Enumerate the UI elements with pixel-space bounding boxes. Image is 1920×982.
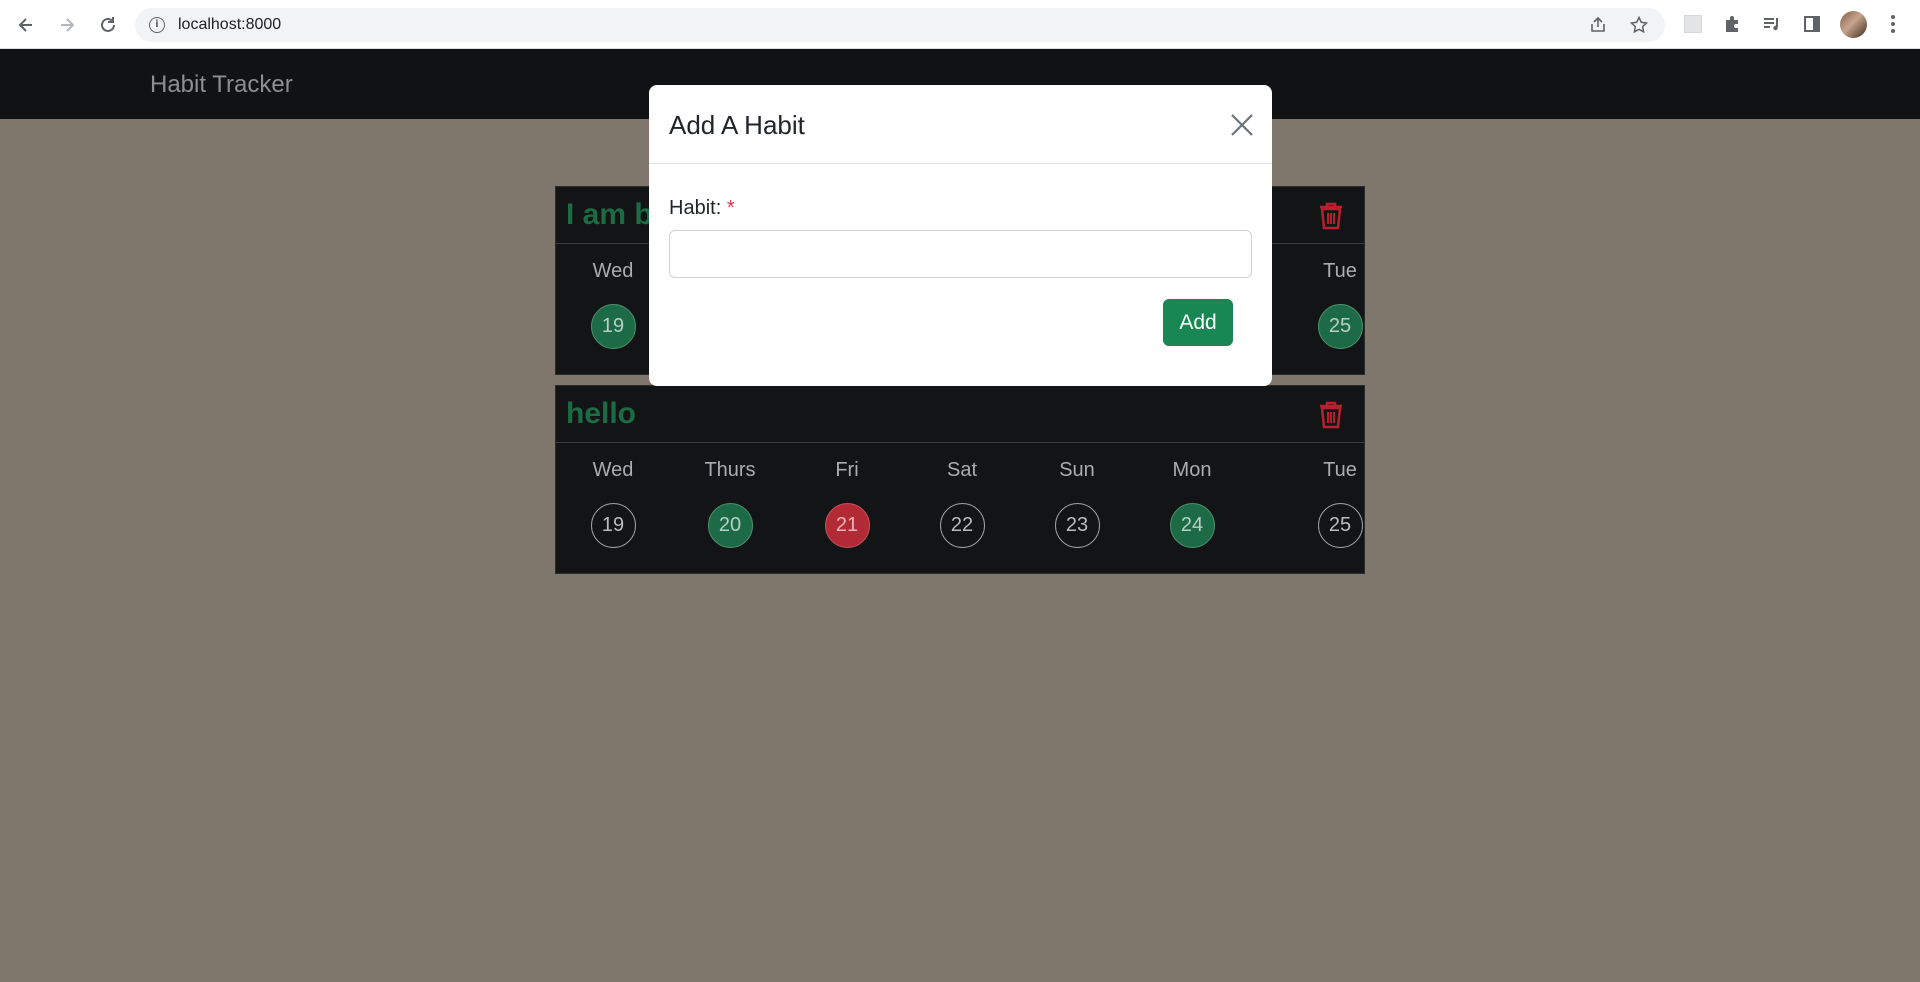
habit-card: hello Wed 19 Thurs 20 Fri 21 Sat 22 Sun … (555, 385, 1365, 574)
habit-days-row: Wed 19 Thurs 20 Fri 21 Sat 22 Sun 23 Mon… (556, 443, 1364, 573)
trash-icon[interactable] (1318, 401, 1344, 429)
day-column: Sat 22 (922, 443, 1002, 548)
address-bar[interactable]: i localhost:8000 (135, 8, 1665, 42)
kebab-menu-icon[interactable] (1882, 13, 1904, 35)
habit-title: hello (566, 397, 637, 430)
media-queue-icon[interactable] (1761, 13, 1783, 35)
day-column: Fri 21 (807, 443, 887, 548)
day-status-toggle[interactable]: 21 (824, 503, 870, 548)
modal-title: Add A Habit (669, 110, 805, 140)
share-icon[interactable] (1588, 15, 1608, 35)
day-status-toggle[interactable]: 22 (939, 503, 985, 548)
day-column: Wed 19 (573, 443, 653, 548)
extension-placeholder-icon[interactable] (1682, 13, 1704, 35)
forward-icon[interactable] (55, 13, 79, 37)
close-icon[interactable] (1228, 111, 1256, 139)
day-column: Wed 19 (573, 244, 653, 349)
day-status-toggle[interactable]: 20 (707, 503, 753, 548)
url-text[interactable]: localhost:8000 (178, 16, 281, 34)
day-column: Tue 25 (1300, 244, 1380, 349)
day-status-toggle[interactable]: 25 (1317, 304, 1363, 349)
habit-title: I am b (566, 198, 653, 231)
profile-avatar[interactable] (1840, 11, 1867, 38)
browser-toolbar: i localhost:8000 (0, 0, 1920, 49)
brand-title[interactable]: Habit Tracker (150, 71, 293, 99)
reload-icon[interactable] (96, 13, 120, 37)
star-icon[interactable] (1629, 15, 1649, 35)
day-column: Tue 25 (1300, 443, 1380, 548)
habit-card-header: hello (556, 386, 1364, 443)
side-panel-icon[interactable] (1801, 13, 1823, 35)
day-name: Fri (835, 459, 859, 481)
day-name: Tue (1323, 260, 1357, 282)
back-icon[interactable] (14, 13, 38, 37)
day-name: Thurs (704, 459, 756, 481)
day-status-toggle[interactable]: 24 (1169, 503, 1215, 548)
day-status-toggle[interactable]: 19 (590, 503, 636, 548)
day-column: Thurs 20 (690, 443, 770, 548)
habit-field-label: Habit: * (669, 197, 735, 220)
day-column: Mon 24 (1152, 443, 1232, 548)
day-name: Sun (1059, 459, 1095, 481)
day-name: Sat (946, 459, 978, 481)
day-status-toggle[interactable]: 25 (1317, 503, 1363, 548)
required-mark: * (726, 197, 735, 219)
add-button[interactable]: Add (1163, 299, 1233, 346)
day-name: Mon (1172, 459, 1212, 481)
day-status-toggle[interactable]: 23 (1054, 503, 1100, 548)
habit-input[interactable] (669, 230, 1252, 278)
add-habit-modal: Add A Habit Habit: * Add (649, 85, 1272, 386)
day-name: Tue (1323, 459, 1357, 481)
trash-icon[interactable] (1318, 202, 1344, 230)
day-status-toggle[interactable]: 19 (590, 304, 636, 349)
day-name: Wed (592, 459, 634, 481)
puzzle-icon[interactable] (1721, 13, 1743, 35)
day-name: Wed (592, 260, 634, 282)
modal-header: Add A Habit (649, 85, 1272, 164)
info-icon[interactable]: i (149, 17, 165, 33)
habit-label-text: Habit: (669, 197, 722, 219)
day-column: Sun 23 (1037, 443, 1117, 548)
